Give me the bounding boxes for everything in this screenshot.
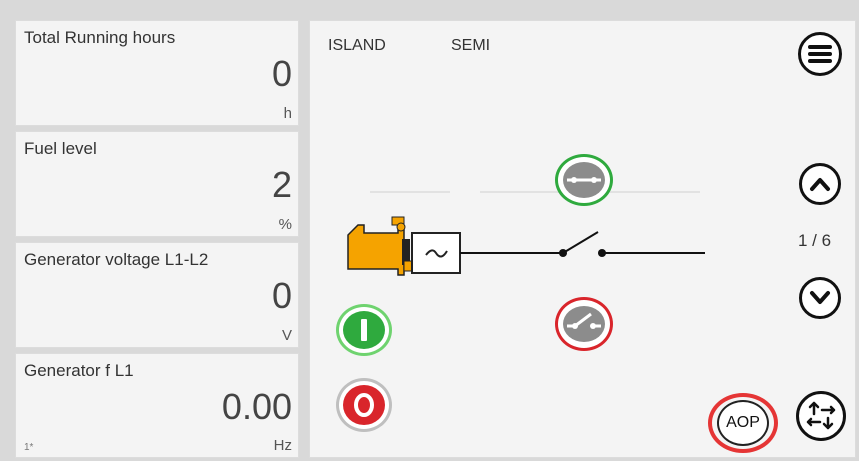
tile-label: Generator voltage L1-L2	[24, 250, 209, 269]
tile-label: Generator f L1	[24, 361, 134, 380]
page-down-button[interactable]	[799, 277, 841, 319]
tile-unit: V	[281, 327, 292, 344]
tile-unit: h	[283, 105, 292, 122]
faint-divider	[370, 191, 450, 193]
tile-unit: Hz	[273, 437, 292, 454]
menu-icon	[808, 45, 832, 63]
tile-label: Total Running hours	[24, 28, 176, 47]
tile-generator-voltage: Generator voltage L1-L2 0 V	[15, 242, 299, 348]
breaker-open-button[interactable]	[555, 297, 613, 351]
menu-button[interactable]	[798, 32, 842, 76]
single-line-panel: ISLAND SEMI AOP 1 / 6	[309, 20, 856, 458]
stop-icon	[343, 385, 385, 425]
start-icon	[343, 311, 385, 349]
tile-unit: %	[278, 216, 292, 233]
tile-value: 2	[271, 164, 292, 205]
tile-corner-mark: 1*	[24, 442, 34, 453]
tile-fuel-level: Fuel level 2 %	[15, 131, 299, 237]
tile-value: 0	[271, 275, 292, 316]
faint-divider	[480, 191, 560, 193]
tile-generator-frequency: Generator f L1 0.00 1* Hz	[15, 353, 299, 458]
aop-button[interactable]: AOP	[708, 393, 778, 453]
mode-semi-label: SEMI	[451, 37, 491, 54]
aop-label: AOP	[717, 400, 769, 446]
expand-button[interactable]	[796, 391, 846, 441]
chevron-down-icon	[810, 291, 830, 304]
expand-arrows-icon	[806, 401, 836, 430]
breaker-close-button[interactable]	[555, 154, 613, 206]
start-button[interactable]	[336, 304, 392, 356]
stop-button[interactable]	[336, 378, 392, 432]
tile-value: 0.00	[221, 386, 292, 427]
page-up-button[interactable]	[799, 163, 841, 205]
chevron-up-icon	[810, 178, 830, 191]
breaker-close-icon	[563, 162, 605, 198]
faint-divider	[610, 191, 700, 193]
bus-line	[460, 231, 705, 257]
tile-total-running-hours: Total Running hours 0 h	[15, 20, 299, 126]
tile-label: Fuel level	[24, 139, 97, 158]
tile-value: 0	[271, 53, 292, 94]
mode-island-label: ISLAND	[328, 37, 386, 54]
page-indicator: 1 / 6	[798, 231, 832, 250]
breaker-open-icon	[563, 306, 605, 342]
genset-icon	[347, 216, 461, 276]
